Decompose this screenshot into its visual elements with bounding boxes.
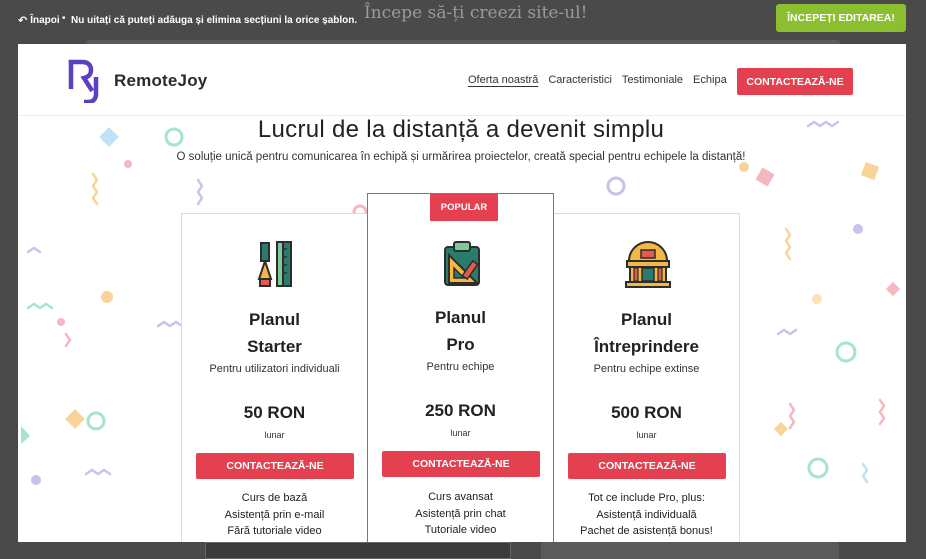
nav-item-team[interactable]: Echipa <box>693 74 727 86</box>
feature-item: Pachet de asistență bonus! <box>580 525 713 537</box>
back-link[interactable]: ↶ Înapoi <box>18 14 60 27</box>
site-header: RemoteJoy Oferta noastră Caracteristici … <box>18 44 906 116</box>
editor-topbar: ↶ Înapoi • Nu uitați că puteți adăuga și… <box>0 0 926 44</box>
plan-features: Tot ce include Pro, plus: Asistență indi… <box>554 490 739 540</box>
nav-item-features[interactable]: Caracteristici <box>548 74 612 86</box>
brand-name: RemoteJoy <box>114 71 208 90</box>
plan-title-line2: Pro <box>446 335 475 354</box>
feature-item: Tot ce include Pro, plus: <box>588 492 705 504</box>
bullet-separator: • <box>62 13 66 24</box>
plan-features: Curs avansat Asistență prin chat Tutoria… <box>368 489 553 539</box>
main-nav: Oferta noastră Caracteristici Testimonia… <box>468 74 727 86</box>
plan-title: Planul Întreprindere <box>554 306 739 360</box>
plan-price: 250 RON <box>425 401 496 420</box>
back-arrow-icon: ↶ <box>18 15 28 27</box>
clipboard-ruler-icon <box>444 241 480 286</box>
starter-contact-button[interactable]: CONTACTEAZĂ-NE <box>196 453 354 479</box>
nav-item-testimonials[interactable]: Testimoniale <box>622 74 683 86</box>
pricing-card-starter: Planul Starter Pentru utilizatori indivi… <box>181 213 368 542</box>
background-thumbnail-left <box>205 542 511 559</box>
plan-subtitle: Pentru echipe <box>426 361 495 373</box>
pro-contact-button[interactable]: CONTACTEAZĂ-NE <box>382 451 540 477</box>
plan-price: 50 RON <box>243 403 306 422</box>
plan-title-line1: Planul <box>248 310 300 329</box>
hero-title: Lucrul de la distanță a devenit simplu <box>257 116 665 143</box>
hero-subtitle: O soluție unică pentru comunicarea în ec… <box>176 151 746 163</box>
plan-features: Curs de bază Asistență prin e-mail Fără … <box>182 490 367 540</box>
feature-item: Curs de bază <box>241 492 308 504</box>
start-editing-button[interactable]: ÎNCEPEȚI EDITAREA! <box>776 4 906 32</box>
feature-item: Asistență prin chat <box>415 507 506 520</box>
plan-title-line1: Planul <box>434 308 486 327</box>
pricing-card-pro: POPULAR Planul Pro Pentru echipe 250 RON… <box>367 193 554 542</box>
feature-item: Fără tutoriale video <box>227 525 322 537</box>
nav-contact-button[interactable]: CONTACTEAZĂ-NE <box>737 68 853 95</box>
editor-hint: Nu uitați că puteți adăuga și elimina se… <box>71 15 358 26</box>
background-title: Începe să-ți creezi site-ul! <box>364 3 588 23</box>
plan-subtitle: Pentru echipe extinse <box>593 363 700 375</box>
plan-period: lunar <box>264 430 285 440</box>
plan-period: lunar <box>636 430 657 440</box>
nav-item-offer[interactable]: Oferta noastră <box>468 74 538 86</box>
feature-item: Asistență individuală <box>596 508 697 521</box>
plan-title: Planul Starter <box>182 306 367 360</box>
plan-subtitle: Pentru utilizatori individuali <box>209 363 340 375</box>
plan-title: Planul Pro <box>368 304 553 358</box>
feature-item: Asistență prin e-mail <box>224 508 325 521</box>
pen-ruler-icon <box>257 241 292 287</box>
plan-period: lunar <box>450 428 471 438</box>
enterprise-contact-button[interactable]: CONTACTEAZĂ-NE <box>568 453 726 479</box>
plan-title-line2: Starter <box>247 337 302 356</box>
building-icon <box>625 241 671 288</box>
pricing-card-enterprise: Planul Întreprindere Pentru echipe extin… <box>553 213 740 542</box>
back-label: Înapoi <box>30 15 60 26</box>
remotejoy-logo-icon <box>68 59 99 103</box>
popular-badge: POPULAR <box>430 194 498 221</box>
feature-item: Curs avansat <box>428 491 493 503</box>
background-thumbnail-right <box>541 542 839 559</box>
plan-title-line1: Planul <box>620 310 672 329</box>
feature-item: Tutoriale video <box>424 524 497 536</box>
template-preview: RemoteJoy Oferta noastră Caracteristici … <box>18 44 906 542</box>
plan-title-line2: Întreprindere <box>594 337 699 356</box>
plan-price: 500 RON <box>611 403 682 422</box>
